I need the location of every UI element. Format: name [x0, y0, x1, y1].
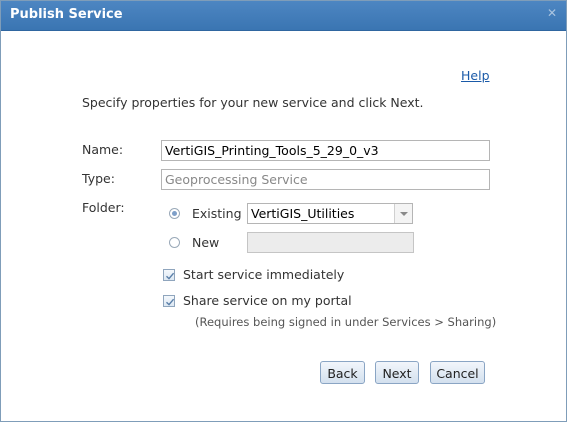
share-service-label[interactable]: Share service on my portal [183, 293, 352, 308]
type-input: Geoprocessing Service [161, 169, 490, 190]
start-service-label[interactable]: Start service immediately [183, 267, 344, 282]
back-button[interactable]: Back [320, 361, 365, 384]
close-icon[interactable]: ✕ [547, 6, 557, 20]
share-service-checkbox[interactable] [163, 295, 175, 307]
existing-folder-select[interactable]: VertiGIS_Utilities [247, 203, 413, 224]
new-radio-label[interactable]: New [192, 235, 219, 250]
type-label: Type: [82, 171, 115, 186]
checkmark-icon [166, 272, 175, 280]
existing-radio-label[interactable]: Existing [192, 206, 242, 221]
existing-folder-value: VertiGIS_Utilities [251, 206, 355, 221]
cancel-button[interactable]: Cancel [430, 361, 485, 384]
next-button[interactable]: Next [375, 361, 419, 384]
dialog-titlebar[interactable]: Publish Service ✕ [1, 1, 566, 31]
folder-label: Folder: [82, 200, 125, 215]
instructions-text: Specify properties for your new service … [82, 95, 424, 110]
checkmark-icon [166, 298, 175, 306]
existing-radio[interactable] [169, 208, 180, 219]
start-service-checkbox[interactable] [163, 269, 175, 281]
new-radio[interactable] [169, 237, 180, 248]
name-input[interactable]: VertiGIS_Printing_Tools_5_29_0_v3 [161, 140, 490, 161]
publish-service-dialog: Publish Service ✕ Help Specify propertie… [0, 0, 567, 422]
help-link[interactable]: Help [461, 68, 490, 83]
name-label: Name: [82, 142, 124, 157]
dialog-title: Publish Service [10, 7, 123, 22]
chevron-down-icon[interactable] [394, 204, 412, 223]
new-folder-input [247, 232, 414, 253]
share-service-note: (Requires being signed in under Services… [195, 315, 497, 329]
